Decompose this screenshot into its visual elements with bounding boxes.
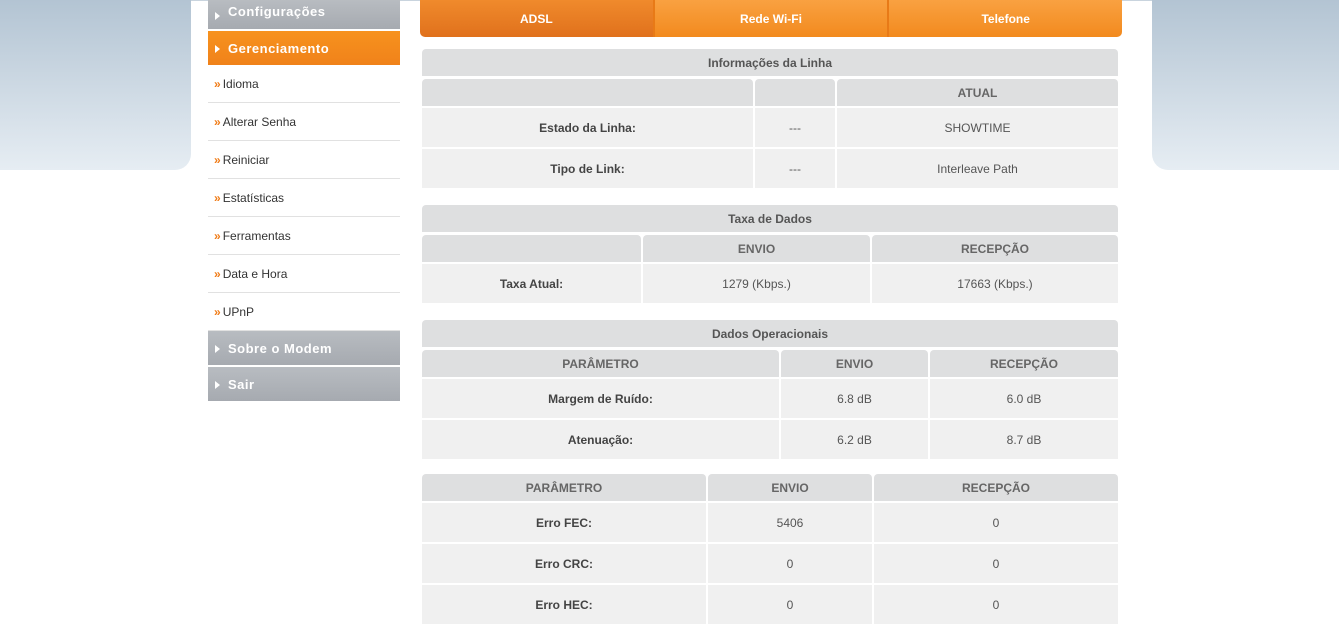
tab-rede-wifi[interactable]: Rede Wi-Fi xyxy=(652,0,888,37)
table-header-row: ATUAL xyxy=(422,79,1118,106)
tab-adsl[interactable]: ADSL xyxy=(420,0,653,37)
sidebar-item-label: Ferramentas xyxy=(222,228,291,243)
double-chevron-icon: » xyxy=(214,114,221,129)
caret-right-icon xyxy=(215,45,220,53)
tab-bar: ADSL Rede Wi-Fi Telefone xyxy=(420,0,1122,37)
sidebar-item-idioma[interactable]: » Idioma xyxy=(208,65,400,103)
header-cell: PARÂMETRO xyxy=(422,474,706,501)
nav-section-label: Configurações xyxy=(228,4,326,19)
row-value: 0 xyxy=(708,544,872,583)
row-value: 0 xyxy=(874,503,1118,542)
double-chevron-icon: » xyxy=(214,76,221,91)
tab-telefone[interactable]: Telefone xyxy=(887,0,1122,37)
row-value: 0 xyxy=(874,585,1118,624)
row-value: --- xyxy=(755,149,835,188)
sidebar: Configurações Gerenciamento » Idioma » A… xyxy=(208,0,400,403)
sidebar-item-label: Idioma xyxy=(222,76,259,91)
header-cell: ENVIO xyxy=(643,235,870,262)
nav-section-sair[interactable]: Sair xyxy=(208,367,400,401)
nav-section-sobre-o-modem[interactable]: Sobre o Modem xyxy=(208,331,400,365)
row-label: Estado da Linha: xyxy=(422,108,753,147)
double-chevron-icon: » xyxy=(214,304,221,319)
table-title: Dados Operacionais xyxy=(422,320,1118,347)
table-row: Taxa Atual: 1279 (Kbps.) 17663 (Kbps.) xyxy=(422,264,1118,303)
row-label: Erro CRC: xyxy=(422,544,706,583)
header-cell: RECEPÇÃO xyxy=(874,474,1118,501)
table-row: Erro HEC: 0 0 xyxy=(422,585,1118,624)
row-value: 1279 (Kbps.) xyxy=(643,264,870,303)
caret-right-icon xyxy=(215,11,220,20)
sidebar-item-reiniciar[interactable]: » Reiniciar xyxy=(208,141,400,179)
row-value: 0 xyxy=(874,544,1118,583)
double-chevron-icon: » xyxy=(214,190,221,205)
header-cell xyxy=(422,235,641,262)
sidebar-item-ferramentas[interactable]: » Ferramentas xyxy=(208,217,400,255)
table-row: Atenuação: 6.2 dB 8.7 dB xyxy=(422,420,1118,459)
table-title: Informações da Linha xyxy=(422,49,1118,76)
sidebar-item-label: UPnP xyxy=(222,304,255,319)
header-cell: PARÂMETRO xyxy=(422,350,779,377)
background-decoration-right xyxy=(1152,0,1339,170)
table-header-row: PARÂMETRO ENVIO RECEPÇÃO xyxy=(422,350,1118,377)
data-rate-table: Taxa de Dados ENVIO RECEPÇÃO Taxa Atual:… xyxy=(422,205,1118,305)
nav-section-label: Sobre o Modem xyxy=(228,340,333,356)
table-row: Margem de Ruído: 6.8 dB 6.0 dB xyxy=(422,379,1118,418)
table-row: Erro FEC: 5406 0 xyxy=(422,503,1118,542)
header-cell: RECEPÇÃO xyxy=(930,350,1118,377)
header-cell: ENVIO xyxy=(708,474,872,501)
row-value: --- xyxy=(755,108,835,147)
table-header-row: PARÂMETRO ENVIO RECEPÇÃO xyxy=(422,474,1118,501)
row-label: Margem de Ruído: xyxy=(422,379,779,418)
row-value: 6.2 dB xyxy=(781,420,928,459)
nav-section-label: Gerenciamento xyxy=(228,40,330,56)
table-row: Erro CRC: 0 0 xyxy=(422,544,1118,583)
nav-section-gerenciamento[interactable]: Gerenciamento xyxy=(208,31,400,65)
row-value: 6.0 dB xyxy=(930,379,1118,418)
row-label: Erro FEC: xyxy=(422,503,706,542)
sidebar-item-estatisticas[interactable]: » Estatísticas xyxy=(208,179,400,217)
row-value: Interleave Path xyxy=(837,149,1118,188)
operational-data-table: Dados Operacionais PARÂMETRO ENVIO RECEP… xyxy=(422,320,1118,461)
caret-right-icon xyxy=(215,381,220,389)
sidebar-item-upnp[interactable]: » UPnP xyxy=(208,293,400,331)
table-header-row: ENVIO RECEPÇÃO xyxy=(422,235,1118,262)
sidebar-item-label: Data e Hora xyxy=(222,266,288,281)
nav-section-configuracoes[interactable]: Configurações xyxy=(208,0,400,29)
double-chevron-icon: » xyxy=(214,228,221,243)
row-value: 6.8 dB xyxy=(781,379,928,418)
header-cell xyxy=(755,79,835,106)
row-value: SHOWTIME xyxy=(837,108,1118,147)
header-cell: RECEPÇÃO xyxy=(872,235,1118,262)
row-value: 0 xyxy=(708,585,872,624)
sidebar-item-data-e-hora[interactable]: » Data e Hora xyxy=(208,255,400,293)
nav-section-label: Sair xyxy=(228,376,255,392)
sidebar-item-label: Estatísticas xyxy=(222,190,285,205)
sidebar-item-alterar-senha[interactable]: » Alterar Senha xyxy=(208,103,400,141)
error-counters-table: PARÂMETRO ENVIO RECEPÇÃO Erro FEC: 5406 … xyxy=(422,474,1118,626)
double-chevron-icon: » xyxy=(214,152,221,167)
sidebar-item-label: Alterar Senha xyxy=(222,114,297,129)
table-row: Tipo de Link: --- Interleave Path xyxy=(422,149,1118,188)
caret-right-icon xyxy=(215,345,220,353)
row-label: Erro HEC: xyxy=(422,585,706,624)
table-row: Estado da Linha: --- SHOWTIME xyxy=(422,108,1118,147)
row-label: Tipo de Link: xyxy=(422,149,753,188)
sidebar-item-label: Reiniciar xyxy=(222,152,270,167)
double-chevron-icon: » xyxy=(214,266,221,281)
row-label: Taxa Atual: xyxy=(422,264,641,303)
line-info-table: Informações da Linha ATUAL Estado da Lin… xyxy=(422,49,1118,190)
table-title: Taxa de Dados xyxy=(422,205,1118,232)
header-cell: ATUAL xyxy=(837,79,1118,106)
row-value: 8.7 dB xyxy=(930,420,1118,459)
row-value: 5406 xyxy=(708,503,872,542)
header-cell xyxy=(422,79,753,106)
header-cell: ENVIO xyxy=(781,350,928,377)
row-label: Atenuação: xyxy=(422,420,779,459)
row-value: 17663 (Kbps.) xyxy=(872,264,1118,303)
background-decoration-left xyxy=(0,0,191,170)
